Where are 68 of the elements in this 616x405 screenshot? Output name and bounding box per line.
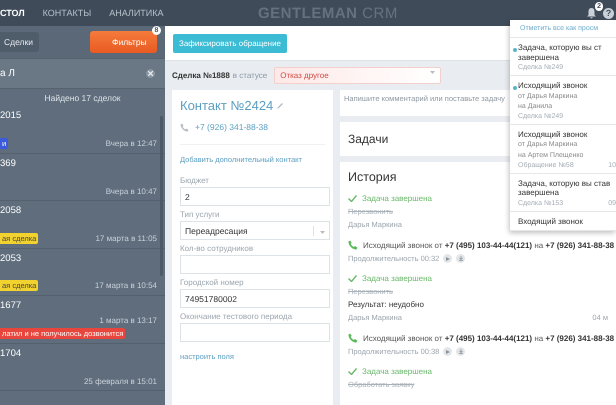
deal-title: 1677 — [0, 300, 22, 311]
notification-item[interactable]: Входящий звонок — [510, 212, 616, 232]
play-button[interactable] — [443, 254, 452, 263]
download-icon — [458, 349, 463, 354]
caret-icon — [430, 71, 436, 74]
deal-time: Вчера в 12:47 — [106, 138, 157, 148]
help-button[interactable]: ? — [603, 8, 614, 18]
deal-time: 17 марта в 11:05 — [95, 234, 157, 242]
clear-search-icon[interactable] — [146, 69, 155, 78]
check-icon — [348, 195, 357, 202]
field-label: Окончание тестового периода — [180, 312, 292, 321]
input-field[interactable] — [180, 255, 330, 274]
task-status: Задача завершена — [362, 274, 432, 283]
deal-title: 2053 — [0, 252, 22, 264]
task-status: Задача завершена — [362, 367, 432, 376]
nav-tab[interactable]: СТОЛ — [0, 8, 25, 18]
deal-title: 1704 — [0, 348, 22, 358]
results-count: Найдено 17 сделок — [43, 92, 122, 105]
field-label: Тип услуги — [180, 210, 220, 219]
task-result: Результат: неудобно — [348, 300, 424, 309]
history-title: История — [348, 170, 396, 184]
download-icon — [458, 256, 463, 261]
field-label: Городской номер — [180, 278, 244, 287]
phone-icon — [348, 333, 358, 343]
deal-time: 1 марта в 13:17 — [99, 316, 157, 324]
nav-tab[interactable]: КОНТАКТЫ — [42, 8, 92, 18]
input-field[interactable] — [180, 323, 330, 342]
deal-time: 17 марта в 10:54 — [94, 281, 157, 290]
field-label: Бюджет — [180, 176, 209, 185]
status-dropdown[interactable]: Отказ другое — [274, 67, 442, 84]
phone-icon — [348, 240, 358, 250]
call-description: Исходящий звонок от +7 (495) 103-44-44(121) на +7 (926) 341-88-38 — [363, 334, 614, 342]
download-button[interactable] — [456, 347, 466, 356]
status-label: в статусе — [232, 71, 268, 80]
deal-title: 2058 — [0, 205, 22, 216]
notification-title: Исходящий звонок — [518, 130, 588, 140]
notification-title: Входящий звонок — [518, 216, 583, 226]
play-icon — [446, 350, 450, 354]
contact-phone[interactable]: +7 (926) 341-88-38 — [195, 122, 268, 132]
call-description: Исходящий звонок от +7 (495) 103-44-44(121) на +7 (926) 341-88-38 — [363, 240, 614, 250]
check-icon — [348, 275, 357, 282]
filters-button[interactable]: Фильтры — [90, 31, 157, 53]
check-icon — [348, 368, 357, 375]
task-status: Задача завершена — [362, 194, 432, 203]
deal-time: Вчера в 10:47 — [106, 187, 157, 196]
deal-number: Сделка №1888 — [172, 71, 230, 80]
play-button[interactable] — [443, 347, 452, 356]
deal-title: 2015 — [0, 110, 22, 121]
deal-title: 369 — [0, 158, 16, 168]
input-field[interactable]: 74951780002 — [180, 289, 330, 308]
notification-title: Задача, которую вы ст завершена — [518, 43, 602, 62]
bell-icon — [586, 7, 597, 19]
search-field[interactable]: а Л — [0, 58, 165, 89]
pencil-icon — [277, 102, 284, 109]
input-field[interactable]: 2 — [180, 187, 330, 206]
play-icon — [446, 256, 450, 260]
phone-icon — [180, 122, 189, 132]
notification-title: Задача, которую вы став завершена — [518, 178, 610, 198]
deal-time: 25 февраля в 15:01 — [84, 377, 157, 386]
caret-icon — [320, 230, 325, 234]
field-label: Кол-во сотрудников — [180, 244, 254, 253]
download-button[interactable] — [456, 254, 466, 263]
nav-tab[interactable]: АНАЛИТИКА — [109, 8, 164, 18]
contact-title: Контакт №2424 — [180, 98, 274, 113]
deals-button[interactable]: Сделки — [0, 32, 39, 52]
service-type-select[interactable]: Переадресация — [180, 221, 330, 240]
notification-title: Исходящий звонок — [518, 81, 588, 91]
search-value: а Л — [0, 68, 15, 79]
